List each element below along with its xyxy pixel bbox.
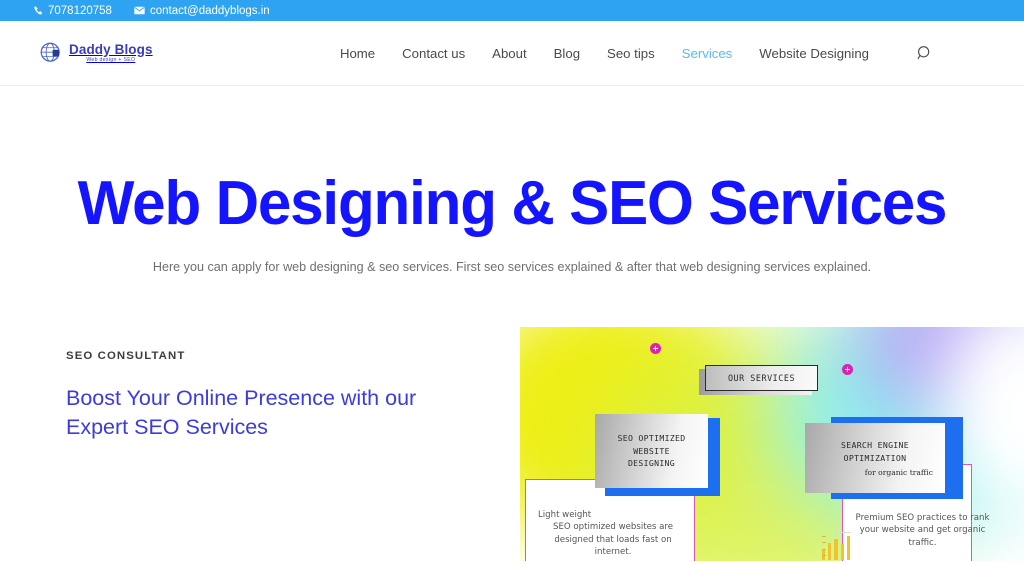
right-panel-text: Premium SEO practices to rank your websi… (850, 512, 995, 549)
card1-line3: DESIGNING (627, 458, 676, 469)
main-navigation: Home Contact us About Blog Seo tips Serv… (340, 43, 1024, 63)
card1-line1: SEO OPTIMIZED (617, 432, 686, 443)
phone-contact[interactable]: 7078120758 (33, 5, 112, 17)
page-title: Web Designing & SEO Services (77, 169, 948, 238)
nav-item-seo-tips[interactable]: Seo tips (607, 46, 655, 61)
section-eyebrow: SEO CONSULTANT (66, 349, 186, 362)
left-panel-text: Light weight SEO optimized websites are … (538, 509, 688, 559)
search-button[interactable] (914, 43, 934, 63)
plus-badge-icon (650, 342, 661, 354)
search-icon (916, 45, 929, 59)
chart-tick (835, 531, 851, 534)
phone-icon (34, 5, 43, 14)
nav-item-services[interactable]: Services (682, 46, 733, 61)
our-services-label: OUR SERVICES (699, 364, 818, 395)
card-face: SEARCH ENGINE OPTIMIZATION for organic t… (805, 422, 945, 493)
card2-line2: OPTIMIZATION (843, 452, 907, 463)
chart-bar (846, 536, 850, 560)
plus-badge-icon (842, 363, 853, 375)
nav-item-contact-us[interactable]: Contact us (402, 46, 465, 61)
our-services-text: OUR SERVICES (727, 372, 796, 383)
label-box: OUR SERVICES (705, 364, 818, 391)
card-face: SEO OPTIMIZED WEBSITE DESIGNING (595, 413, 708, 488)
chart-axis (822, 535, 826, 556)
service-card-web-designing: SEO OPTIMIZED WEBSITE DESIGNING (595, 413, 720, 496)
hero-subtitle: Here you can apply for web designing & s… (152, 260, 872, 275)
hero-section: Web Designing & SEO Services Here you ca… (0, 86, 1024, 277)
chart-bar (840, 543, 844, 560)
card1-line2: WEBSITE (633, 445, 670, 456)
nav-item-home[interactable]: Home (340, 46, 375, 61)
mini-bar-chart (822, 531, 860, 560)
globe-icon (40, 42, 60, 62)
left-panel-body: SEO optimized websites are designed that… (553, 522, 673, 558)
section-heading: Boost Your Online Presence with our Expe… (66, 385, 417, 439)
chart-bar (828, 542, 832, 560)
right-panel-body: Premium SEO practices to rank your websi… (855, 512, 990, 548)
site-logo[interactable]: Daddy Blogs Web design + SEO (38, 40, 153, 66)
content-section: SEO CONSULTANT Boost Your Online Presenc… (0, 326, 1024, 561)
chart-bar (834, 539, 838, 560)
site-header: Daddy Blogs Web design + SEO Home Contac… (0, 21, 1024, 86)
phone-number: 7078120758 (48, 4, 112, 17)
top-contact-bar: 7078120758 contact@daddyblogs.in (0, 0, 1024, 21)
card2-line1: SEARCH ENGINE (841, 440, 909, 451)
nav-item-about[interactable]: About (492, 46, 526, 61)
nav-item-website-designing[interactable]: Website Designing (759, 46, 869, 61)
left-column: SEO CONSULTANT Boost Your Online Presenc… (0, 327, 520, 561)
service-card-seo: SEARCH ENGINE OPTIMIZATION for organic t… (805, 416, 963, 499)
services-illustration: Light weight SEO optimized websites are … (520, 326, 1024, 561)
nav-item-blog[interactable]: Blog (554, 46, 580, 61)
left-panel-lead: Light weight (538, 509, 592, 520)
logo-tagline: Web design + SEO (86, 57, 136, 64)
email-contact[interactable]: contact@daddyblogs.in (134, 5, 270, 17)
email-address: contact@daddyblogs.in (149, 4, 270, 17)
envelope-icon (134, 6, 145, 15)
card2-subtitle: for organic traffic (864, 467, 933, 477)
logo-name: Daddy Blogs (69, 41, 153, 57)
